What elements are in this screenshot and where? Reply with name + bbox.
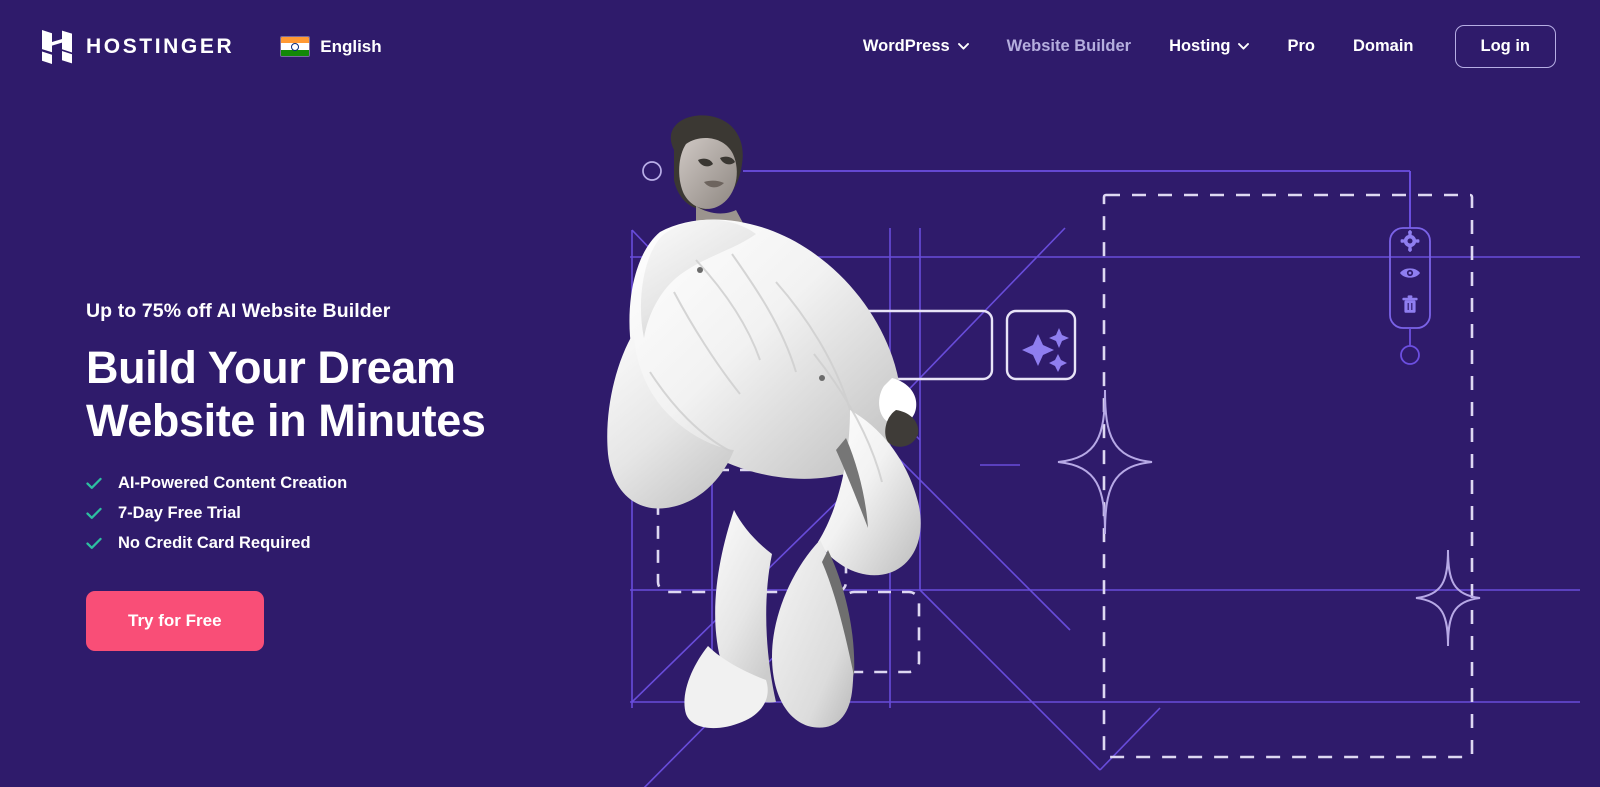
language-label: English (320, 36, 382, 56)
chevron-down-icon (1238, 43, 1250, 50)
feature-label: No Credit Card Required (118, 534, 311, 553)
feature-label: 7-Day Free Trial (118, 504, 241, 523)
flag-india-icon (280, 36, 311, 57)
nav-item-label: Hosting (1169, 37, 1231, 55)
list-item: 7-Day Free Trial (86, 504, 646, 523)
list-item: No Credit Card Required (86, 534, 646, 553)
nav-item-hosting[interactable]: Hosting (1150, 37, 1268, 56)
check-icon (86, 508, 102, 520)
nav-item-pro[interactable]: Pro (1268, 37, 1334, 56)
list-item: AI-Powered Content Creation (86, 474, 646, 493)
gear-icon (1400, 230, 1420, 252)
nav-item-label: Website Builder (1006, 37, 1132, 55)
nav-item-website-builder[interactable]: Website Builder (988, 37, 1150, 56)
brand-name: HOSTINGER (86, 34, 235, 58)
main-nav: WordPress Website Builder Hosting Pro Do… (844, 25, 1600, 68)
check-icon (86, 478, 102, 490)
trash-icon (1402, 295, 1418, 313)
selection-frame (1102, 193, 1474, 759)
page-title: Build Your Dream Website in Minutes (86, 341, 646, 447)
hero-content: Up to 75% off AI Website Builder Build Y… (86, 300, 646, 652)
hero-illustration (600, 110, 1600, 787)
hero-eyebrow: Up to 75% off AI Website Builder (86, 300, 391, 322)
nav-item-wordpress[interactable]: WordPress (844, 37, 988, 56)
try-for-free-button[interactable]: Try for Free (86, 591, 264, 652)
landing-page: HOSTINGER English WordPress Website Buil… (0, 0, 1600, 787)
check-icon (86, 538, 102, 550)
element-toolbar (1389, 171, 1431, 365)
chevron-down-icon (957, 43, 969, 50)
nav-item-label: Pro (1287, 37, 1315, 55)
nav-item-label: WordPress (862, 37, 950, 55)
ai-sparkle-button (1005, 309, 1077, 381)
feature-label: AI-Powered Content Creation (118, 474, 348, 493)
nav-item-label: Domain (1353, 37, 1414, 55)
headline-line-1: Build Your Dream (86, 342, 456, 393)
toolbar-handle (1400, 345, 1420, 365)
eye-icon (1400, 268, 1420, 278)
brand-logo[interactable]: HOSTINGER (42, 29, 235, 64)
headline-line-2: Website in Minutes (86, 395, 486, 447)
feature-list: AI-Powered Content Creation 7-Day Free T… (86, 474, 646, 553)
nav-item-domain[interactable]: Domain (1334, 37, 1433, 56)
sparkle-star-icon (1415, 549, 1481, 647)
language-selector[interactable]: English (280, 36, 382, 57)
login-button[interactable]: Log in (1454, 25, 1556, 68)
sparkles-icon (1022, 334, 1054, 366)
hostinger-h-logo-icon (42, 29, 72, 64)
site-header: HOSTINGER English WordPress Website Buil… (0, 0, 1600, 93)
model-photo (607, 115, 921, 729)
